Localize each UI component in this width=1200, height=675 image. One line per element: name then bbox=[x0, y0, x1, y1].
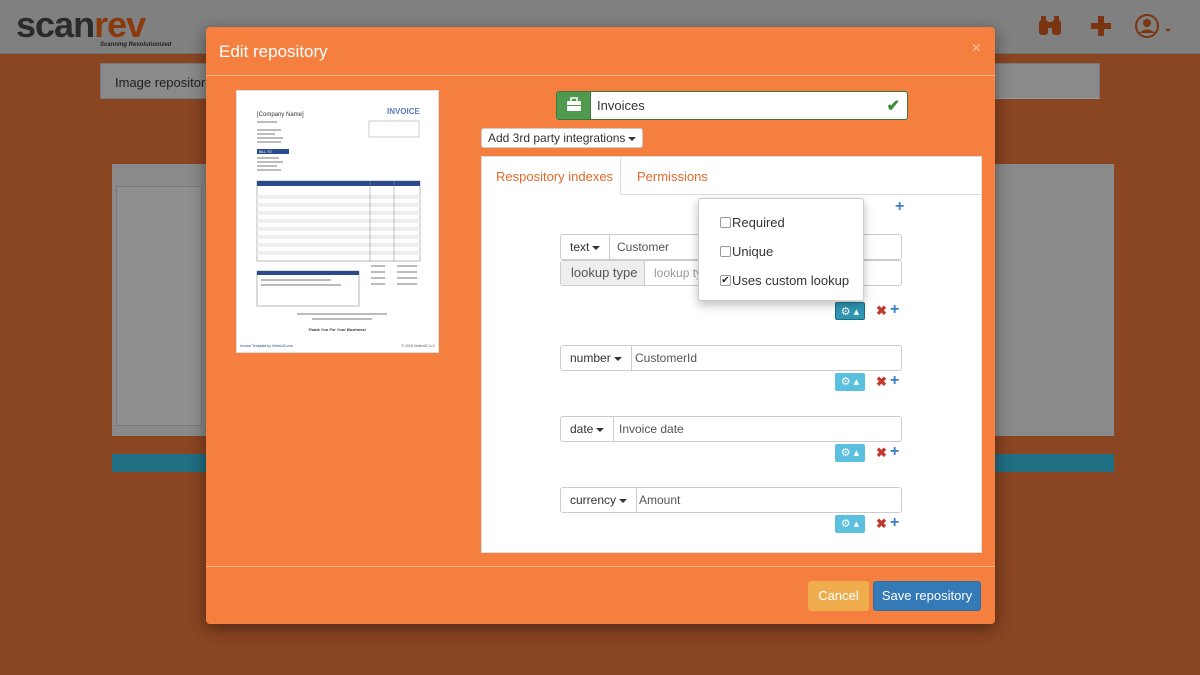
index-name-input[interactable]: Customer bbox=[617, 240, 669, 254]
integrations-label: Add 3rd party integrations bbox=[488, 131, 626, 145]
index-type-label: currency bbox=[570, 493, 617, 507]
logo-tagline: Scanning Revolutionized bbox=[100, 42, 172, 48]
lookup-type-input[interactable]: lookup ty bbox=[654, 266, 702, 280]
index-row-date: date Invoice date bbox=[560, 416, 902, 442]
add-integrations-dropdown[interactable]: Add 3rd party integrations bbox=[481, 128, 644, 148]
add-index-after-icon[interactable]: + bbox=[890, 515, 899, 531]
invoice-thumbnail: [Company Name] INVOICE BILL TO Thank You… bbox=[236, 90, 439, 353]
tab-divider bbox=[620, 194, 982, 195]
index-settings-gear-icon[interactable]: ⚙ ▴ bbox=[835, 302, 865, 320]
logo-rev-text: rev bbox=[94, 4, 146, 45]
add-index-after-icon[interactable]: + bbox=[890, 302, 899, 318]
custom-lookup-checkbox[interactable]: ✔ bbox=[720, 275, 731, 286]
index-name-input[interactable]: Invoice date bbox=[619, 422, 684, 436]
index-settings-dropdown: Required Unique ✔ Uses custom lookup bbox=[698, 198, 864, 301]
save-repository-button[interactable]: Save repository bbox=[873, 581, 981, 611]
header-divider bbox=[206, 75, 995, 76]
background-invoice-image bbox=[116, 186, 202, 426]
thumb-thanks: Thank You For Your Business! bbox=[308, 327, 367, 332]
option-label: Uses custom lookup bbox=[732, 273, 850, 288]
app-logo[interactable]: scanrev Scanning Revolutionized bbox=[16, 4, 171, 48]
thumb-footer-right: © 2018 Vertex42 LLC bbox=[401, 344, 435, 348]
add-index-after-icon[interactable]: + bbox=[890, 373, 899, 389]
add-icon[interactable] bbox=[1087, 12, 1115, 40]
add-index-icon[interactable]: + bbox=[895, 199, 904, 215]
cancel-button[interactable]: Cancel bbox=[808, 581, 869, 611]
unique-checkbox[interactable] bbox=[720, 246, 731, 257]
index-row-currency: currency Amount bbox=[560, 487, 902, 513]
index-type-label: number bbox=[570, 351, 611, 365]
repository-name-input[interactable]: Invoices bbox=[597, 98, 645, 113]
add-index-after-icon[interactable]: + bbox=[890, 444, 899, 460]
lookup-type-label: lookup type bbox=[561, 261, 645, 285]
caret-down-icon bbox=[619, 498, 628, 503]
user-menu-icon[interactable] bbox=[1134, 12, 1174, 40]
thumb-bill-to: BILL TO bbox=[259, 150, 272, 154]
thumb-heading: INVOICE bbox=[387, 107, 421, 116]
required-checkbox[interactable] bbox=[720, 217, 731, 228]
close-icon[interactable]: × bbox=[972, 40, 981, 58]
index-settings-gear-icon[interactable]: ⚙ ▴ bbox=[835, 373, 865, 391]
index-type-dropdown[interactable]: currency bbox=[561, 488, 638, 512]
background-card-title: Image repositorie bbox=[115, 75, 216, 90]
thumb-footer-left: Invoice Template by Vertex42.com bbox=[240, 344, 293, 348]
index-type-dropdown[interactable]: text bbox=[561, 235, 611, 259]
index-name-input[interactable]: Amount bbox=[639, 493, 680, 507]
tab-repository-indexes[interactable]: Respository indexes bbox=[482, 157, 621, 195]
index-row-number: number CustomerId bbox=[560, 345, 902, 371]
caret-down-icon bbox=[628, 136, 637, 141]
caret-down-icon bbox=[613, 356, 622, 361]
caret-down-icon bbox=[592, 245, 601, 250]
remove-index-icon[interactable]: ✖ bbox=[876, 375, 887, 389]
option-label: Required bbox=[732, 215, 785, 230]
index-settings-gear-icon[interactable]: ⚙ ▴ bbox=[835, 444, 865, 462]
index-type-label: date bbox=[570, 422, 594, 436]
option-label: Unique bbox=[732, 244, 774, 259]
thumb-company: [Company Name] bbox=[257, 112, 304, 118]
repository-name-field[interactable]: Invoices ✔ bbox=[556, 91, 908, 120]
index-name-input[interactable]: CustomerId bbox=[635, 351, 697, 365]
remove-index-icon[interactable]: ✖ bbox=[876, 304, 887, 318]
footer-divider bbox=[206, 566, 995, 567]
remove-index-icon[interactable]: ✖ bbox=[876, 517, 887, 531]
index-type-dropdown[interactable]: number bbox=[561, 346, 632, 370]
index-type-dropdown[interactable]: date bbox=[561, 417, 615, 441]
briefcase-icon bbox=[557, 92, 591, 119]
check-icon: ✔ bbox=[886, 98, 900, 115]
index-type-label: text bbox=[570, 240, 590, 254]
logo-scan-text: scan bbox=[16, 4, 95, 45]
tab-permissions[interactable]: Permissions bbox=[637, 169, 708, 184]
binoculars-icon[interactable] bbox=[1036, 12, 1064, 40]
remove-index-icon[interactable]: ✖ bbox=[876, 446, 887, 460]
caret-down-icon bbox=[596, 427, 605, 432]
index-settings-gear-icon[interactable]: ⚙ ▴ bbox=[835, 515, 865, 533]
modal-title: Edit repository bbox=[219, 42, 328, 61]
edit-repository-modal: Edit repository × [Company Name] INVOICE… bbox=[206, 27, 995, 624]
background-divider bbox=[990, 98, 1100, 99]
